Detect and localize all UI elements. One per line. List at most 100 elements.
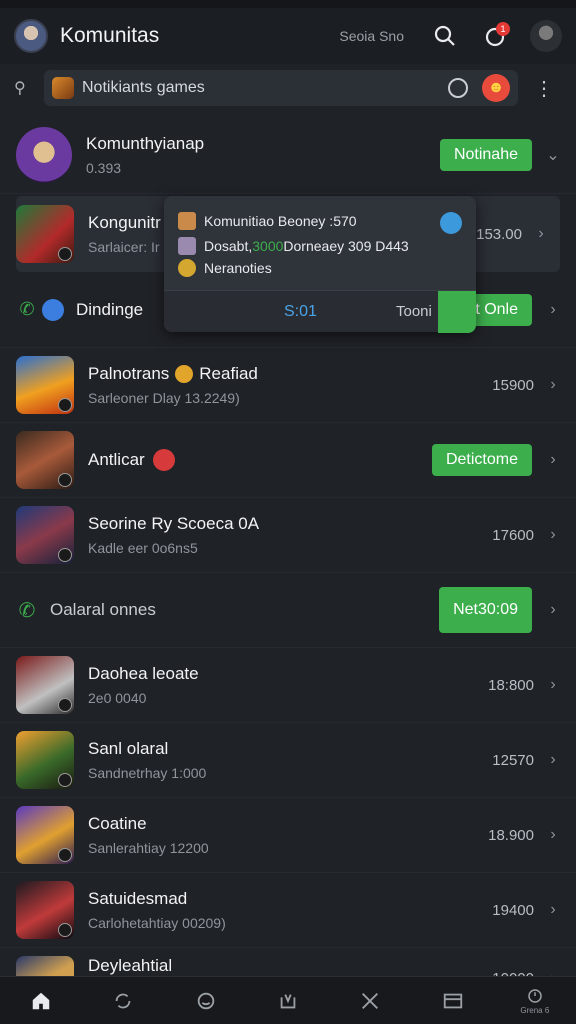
- coin-icon: [178, 259, 196, 277]
- refresh-icon: [116, 993, 131, 1008]
- chevron-right-icon[interactable]: ›: [546, 676, 560, 694]
- status-bar: [0, 0, 576, 8]
- game-thumbnail: [16, 806, 74, 864]
- row-title: Seorine Ry Scoeca 0A: [88, 514, 260, 533]
- row-title: Daohea leoate: [88, 664, 199, 683]
- list-item[interactable]: ✆ Oalaral onnes Net30:09 ›: [0, 573, 576, 648]
- swords-icon: [362, 992, 379, 1009]
- game-thumbnail: [16, 881, 74, 939]
- row-title: Antlicar: [88, 450, 145, 469]
- notification-popup: Komunitiao Beoney :570 Dosabt, 3000 Dorn…: [164, 196, 476, 333]
- row-title: Coatine: [88, 814, 147, 833]
- chevron-right-icon[interactable]: ›: [546, 526, 560, 544]
- verified-icon: [42, 298, 64, 321]
- filter-label: Notikiants games: [82, 79, 205, 96]
- list-item[interactable]: Coatine Sanlerahtiay 12200 18.900 ›: [0, 798, 576, 873]
- profile-avatar[interactable]: [530, 20, 562, 52]
- nav-home[interactable]: [21, 981, 61, 1021]
- list-item[interactable]: Antlicar Detictome ›: [0, 423, 576, 498]
- popup-footer: S:01 Tooni: [164, 290, 476, 333]
- user-icon: [178, 212, 196, 230]
- chevron-right-icon[interactable]: ›: [546, 376, 560, 394]
- coin-icon: [175, 365, 194, 383]
- popup-time[interactable]: S:01: [284, 303, 317, 321]
- chevron-right-icon[interactable]: ›: [546, 451, 560, 469]
- popup-line: Dosabt, 3000 Dorneaey 309 D443: [164, 237, 409, 255]
- row-title: Deyleahtial: [88, 956, 173, 975]
- game-badge-icon: [58, 473, 72, 487]
- nav-activity[interactable]: [268, 981, 308, 1021]
- notifications-button[interactable]: 1: [480, 21, 510, 51]
- row-value: 17600: [492, 526, 534, 544]
- phone-icon: ✆: [19, 299, 35, 319]
- popup-line-text: Dosabt,: [204, 238, 253, 254]
- list-icon: [178, 237, 196, 255]
- search-button[interactable]: [430, 21, 460, 51]
- chevron-right-icon[interactable]: ›: [546, 826, 560, 844]
- popup-line-text: Neranoties: [204, 260, 272, 276]
- header-link[interactable]: Seoia Sno: [339, 28, 404, 44]
- community-thumbnail: [16, 126, 72, 183]
- game-thumbnail: [16, 205, 74, 263]
- chevron-right-icon[interactable]: ›: [534, 225, 548, 243]
- bottom-navigation: Grena 6: [0, 976, 576, 1024]
- game-badge-icon: [58, 247, 72, 261]
- nav-refresh[interactable]: [103, 981, 143, 1021]
- list-item[interactable]: Komunthyianap 0.393 Notinahe ⌄: [0, 116, 576, 194]
- verified-icon: [440, 212, 462, 234]
- game-badge-icon: [58, 398, 72, 412]
- row-value: 12570: [492, 751, 534, 769]
- list-item[interactable]: Palnotrans Reafiad Sarleoner Dlay 13.224…: [0, 348, 576, 423]
- edit-icon[interactable]: [448, 78, 468, 98]
- notify-button[interactable]: Notinahe: [439, 138, 532, 171]
- row-value: 18:800: [488, 676, 534, 694]
- chevron-right-icon[interactable]: ›: [546, 751, 560, 769]
- game-badge-icon: [58, 848, 72, 862]
- list-item[interactable]: Daohea leoate 2e0 0040 18:800 ›: [0, 648, 576, 723]
- game-badge-icon: [58, 773, 72, 787]
- row-subtitle: Sanlerahtiay 12200: [88, 840, 209, 856]
- game-thumbnail: [16, 731, 74, 789]
- home-icon: [32, 992, 50, 1009]
- list-item[interactable]: Sanl olaral Sandnetrhay 1:000 12570 ›: [0, 723, 576, 798]
- row-subtitle: Carlohetahtiay 00209): [88, 915, 226, 931]
- row-title: Komunthyianap: [86, 133, 205, 153]
- popup-action[interactable]: Tooni: [396, 303, 432, 320]
- popup-line-text: Dorneaey 309 D443: [283, 238, 409, 254]
- community-avatar[interactable]: [14, 19, 48, 53]
- row-subtitle: 0.393: [86, 159, 122, 176]
- chevron-right-icon[interactable]: ›: [546, 601, 560, 619]
- inbox-icon: [443, 993, 462, 1008]
- list-item[interactable]: Seorine Ry Scoeca 0A Kadle eer 0o6ns5 17…: [0, 498, 576, 573]
- row-value: 18.900: [488, 826, 534, 844]
- more-options-icon[interactable]: ⋮: [530, 76, 558, 101]
- row-subtitle: Sarleoner Dlay 13.2249): [88, 390, 240, 406]
- game-thumbnail: [16, 506, 74, 564]
- popup-line: Neranoties: [164, 259, 272, 277]
- game-badge-icon: [58, 923, 72, 937]
- chevron-right-icon[interactable]: ›: [546, 301, 560, 319]
- page-title: Komunitas: [60, 24, 160, 47]
- list-item[interactable]: Satuidesmad Carlohetahtiay 00209) 19400 …: [0, 873, 576, 948]
- popup-line: Komunitiao Beoney :570: [164, 212, 357, 230]
- timer-button[interactable]: Net30:09: [439, 587, 532, 633]
- chevron-right-icon[interactable]: ›: [546, 901, 560, 919]
- nav-games[interactable]: Grena 6: [515, 981, 555, 1021]
- notification-badge: 1: [496, 22, 510, 36]
- popup-line-highlight: 3000: [252, 238, 284, 254]
- row-subtitle: Sandnetrhay 1:000: [88, 765, 207, 781]
- gamepad-icon: [152, 449, 175, 471]
- emoji-icon[interactable]: ☻: [482, 74, 510, 102]
- popup-line-text: Komunitiao Beoney :570: [204, 213, 357, 229]
- chevron-down-icon[interactable]: ⌄: [546, 145, 560, 165]
- nav-clock[interactable]: [186, 981, 226, 1021]
- nav-inbox[interactable]: [433, 981, 473, 1021]
- game-thumbnail: [16, 431, 74, 489]
- row-title: Oalaral onnes: [50, 600, 156, 619]
- row-title: Satuidesmad: [88, 889, 188, 908]
- nav-battle[interactable]: [350, 981, 390, 1021]
- row-subtitle: Kadle eer 0o6ns5: [88, 540, 198, 556]
- games-filter-chip[interactable]: Notikiants games ☻: [44, 70, 518, 106]
- popup-confirm-button[interactable]: [438, 291, 476, 333]
- detail-button[interactable]: Detictome: [431, 444, 532, 476]
